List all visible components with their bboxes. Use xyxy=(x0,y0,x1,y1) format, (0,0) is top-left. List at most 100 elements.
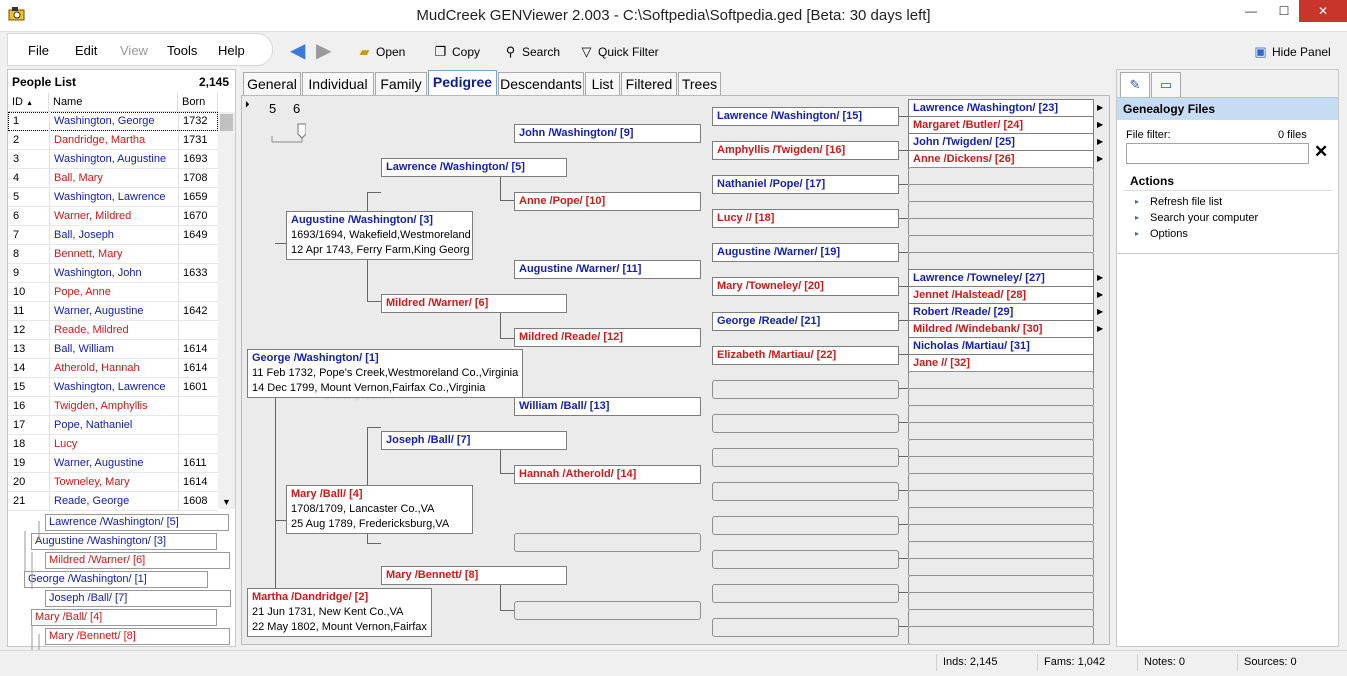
table-row[interactable]: 2 Dandridge, Martha 1731 xyxy=(8,131,218,150)
mini-tree-node[interactable]: Mildred /Warner/ [6] xyxy=(45,552,230,569)
person-box-p2[interactable]: Martha /Dandridge/ [2] 21 Jun 1731, New K… xyxy=(247,588,432,637)
quick-filter-button[interactable]: ▽ Quick Filter xyxy=(578,44,659,60)
empty-person-slot[interactable] xyxy=(712,414,899,433)
clear-filter-icon[interactable]: ✕ xyxy=(1314,142,1328,162)
open-button[interactable]: ▰ Open xyxy=(356,44,406,60)
generation-label-5[interactable]: 5 xyxy=(269,101,276,116)
tab-files[interactable]: ✎ xyxy=(1120,72,1150,97)
empty-person-slot[interactable] xyxy=(712,482,899,501)
person-box-p15[interactable]: Lawrence /Washington/ [15] xyxy=(712,107,899,126)
table-row[interactable]: 13 Ball, William 1614 xyxy=(8,340,218,359)
tab-family[interactable]: Family xyxy=(375,72,427,95)
action-refresh-file-list[interactable]: Refresh file list xyxy=(1150,196,1222,208)
scroll-down-icon[interactable]: ▼ xyxy=(222,497,231,507)
table-row[interactable]: 11 Warner, Augustine 1642 xyxy=(8,302,218,321)
back-arrow-icon[interactable]: ◀ xyxy=(290,41,305,61)
copy-button[interactable]: ❐ Copy xyxy=(432,44,480,60)
empty-person-slot[interactable] xyxy=(712,618,899,637)
empty-person-slot[interactable] xyxy=(712,550,899,569)
action-search-computer[interactable]: Search your computer xyxy=(1150,212,1258,224)
action-options[interactable]: Options xyxy=(1150,228,1188,240)
empty-person-slot[interactable] xyxy=(712,380,899,399)
table-row[interactable]: 5 Washington, Lawrence 1659 xyxy=(8,188,218,207)
tab-trees[interactable]: Trees xyxy=(678,72,721,95)
menu-file[interactable]: File xyxy=(28,43,49,58)
table-row[interactable]: 7 Ball, Joseph 1649 xyxy=(8,226,218,245)
tab-filtered[interactable]: Filtered xyxy=(621,72,677,95)
table-row[interactable]: 18 Lucy xyxy=(8,435,218,454)
search-button[interactable]: ⚲ Search xyxy=(502,44,560,60)
empty-person-slot[interactable] xyxy=(908,626,1094,644)
empty-person-slot[interactable] xyxy=(712,516,899,535)
table-row[interactable]: 16 Twigden, Amphyllis xyxy=(8,397,218,416)
empty-person-slot[interactable] xyxy=(712,448,899,467)
expand-arrow-icon[interactable]: ▶ xyxy=(1097,103,1103,112)
column-header-name[interactable]: Name xyxy=(49,93,178,112)
person-box-p5[interactable]: Lawrence /Washington/ [5] xyxy=(381,158,567,177)
generation-slider[interactable] xyxy=(270,122,306,146)
forward-arrow-icon[interactable]: ▶ xyxy=(316,41,331,61)
expand-arrow-icon[interactable]: ▶ xyxy=(1097,290,1103,299)
menu-help[interactable]: Help xyxy=(218,43,245,58)
table-row[interactable]: 6 Warner, Mildred 1670 xyxy=(8,207,218,226)
person-box-p21[interactable]: George /Reade/ [21] xyxy=(712,312,899,331)
file-filter-input[interactable] xyxy=(1126,143,1309,164)
person-box-p17[interactable]: Nathaniel /Pope/ [17] xyxy=(712,175,899,194)
close-button[interactable]: ✕ xyxy=(1299,0,1347,22)
person-box-p10[interactable]: Anne /Pope/ [10] xyxy=(514,192,701,211)
people-list-scrollbar[interactable]: ▼ xyxy=(218,112,235,509)
table-row[interactable]: 21 Reade, George 1608 xyxy=(8,492,218,511)
tab-general[interactable]: General xyxy=(243,72,301,95)
generation-label-6[interactable]: 6 xyxy=(293,101,300,116)
person-box-p7[interactable]: Joseph /Ball/ [7] xyxy=(381,431,567,450)
expand-arrow-icon[interactable]: ▶ xyxy=(1097,120,1103,129)
person-box-p9[interactable]: John /Washington/ [9] xyxy=(514,124,701,143)
maximize-button[interactable]: ☐ xyxy=(1267,0,1301,22)
mini-tree-node[interactable]: Lawrence /Washington/ [5] xyxy=(45,514,229,531)
column-header-id[interactable]: ID ▲ xyxy=(8,93,49,112)
person-box-p8[interactable]: Mary /Bennett/ [8] xyxy=(381,566,567,585)
hide-panel-button[interactable]: ▣ Hide Panel xyxy=(1252,44,1330,60)
tab-individual[interactable]: Individual xyxy=(302,72,374,95)
mini-tree-node[interactable]: Mary /Ball/ [4] xyxy=(31,609,217,626)
file-list-area[interactable] xyxy=(1117,253,1338,646)
person-box-p4[interactable]: Mary /Ball/ [4] 1708/1709, Lancaster Co.,… xyxy=(286,485,473,534)
menu-edit[interactable]: Edit xyxy=(75,43,97,58)
tab-pedigree[interactable]: Pedigree xyxy=(428,70,497,95)
table-row[interactable]: 3 Washington, Augustine 1693 xyxy=(8,150,218,169)
person-box-p14[interactable]: Hannah /Atherold/ [14] xyxy=(514,465,701,484)
person-box-p12[interactable]: Mildred /Reade/ [12] xyxy=(514,328,701,347)
table-row[interactable]: 20 Towneley, Mary 1614 xyxy=(8,473,218,492)
expand-arrow-icon[interactable]: ▶ xyxy=(1097,307,1103,316)
person-box-p13[interactable]: William /Ball/ [13] xyxy=(514,397,701,416)
table-row[interactable]: 10 Pope, Anne xyxy=(8,283,218,302)
empty-person-slot[interactable] xyxy=(712,584,899,603)
tab-computer[interactable]: ▭ xyxy=(1151,72,1181,97)
person-box-p11[interactable]: Augustine /Warner/ [11] xyxy=(514,260,701,279)
empty-person-slot[interactable] xyxy=(514,533,701,552)
expand-arrow-icon[interactable]: ▶ xyxy=(1097,137,1103,146)
person-box-p20[interactable]: Mary /Towneley/ [20] xyxy=(712,277,899,296)
menu-tools[interactable]: Tools xyxy=(167,43,197,58)
play-icon[interactable]: ⏵ xyxy=(245,99,250,110)
table-row[interactable]: 19 Warner, Augustine 1611 xyxy=(8,454,218,473)
person-box-p1[interactable]: George /Washington/ [1] 11 Feb 1732, Pope… xyxy=(247,349,523,398)
person-box-p22[interactable]: Elizabeth /Martiau/ [22] xyxy=(712,346,899,365)
mini-tree-node[interactable]: Joseph /Ball/ [7] xyxy=(45,590,231,607)
table-row[interactable]: 15 Washington, Lawrence 1601 xyxy=(8,378,218,397)
person-box-p18[interactable]: Lucy // [18] xyxy=(712,209,899,228)
menu-view[interactable]: View xyxy=(120,43,148,58)
expand-arrow-icon[interactable]: ▶ xyxy=(1097,273,1103,282)
table-row[interactable]: 14 Atherold, Hannah 1614 xyxy=(8,359,218,378)
table-row[interactable]: 12 Reade, Mildred xyxy=(8,321,218,340)
table-row[interactable]: 4 Ball, Mary 1708 xyxy=(8,169,218,188)
person-box-p16[interactable]: Amphyllis /Twigden/ [16] xyxy=(712,141,899,160)
table-row[interactable]: 9 Washington, John 1633 xyxy=(8,264,218,283)
table-row[interactable]: 17 Pope, Nathaniel xyxy=(8,416,218,435)
expand-arrow-icon[interactable]: ▶ xyxy=(1097,324,1103,333)
mini-tree-node[interactable]: Augustine /Washington/ [3] xyxy=(31,533,217,550)
empty-person-slot[interactable] xyxy=(514,601,701,620)
scroll-thumb[interactable] xyxy=(220,114,233,131)
person-box-p3[interactable]: Augustine /Washington/ [3] 1693/1694, Wak… xyxy=(286,211,473,260)
column-header-born[interactable]: Born xyxy=(178,93,218,112)
